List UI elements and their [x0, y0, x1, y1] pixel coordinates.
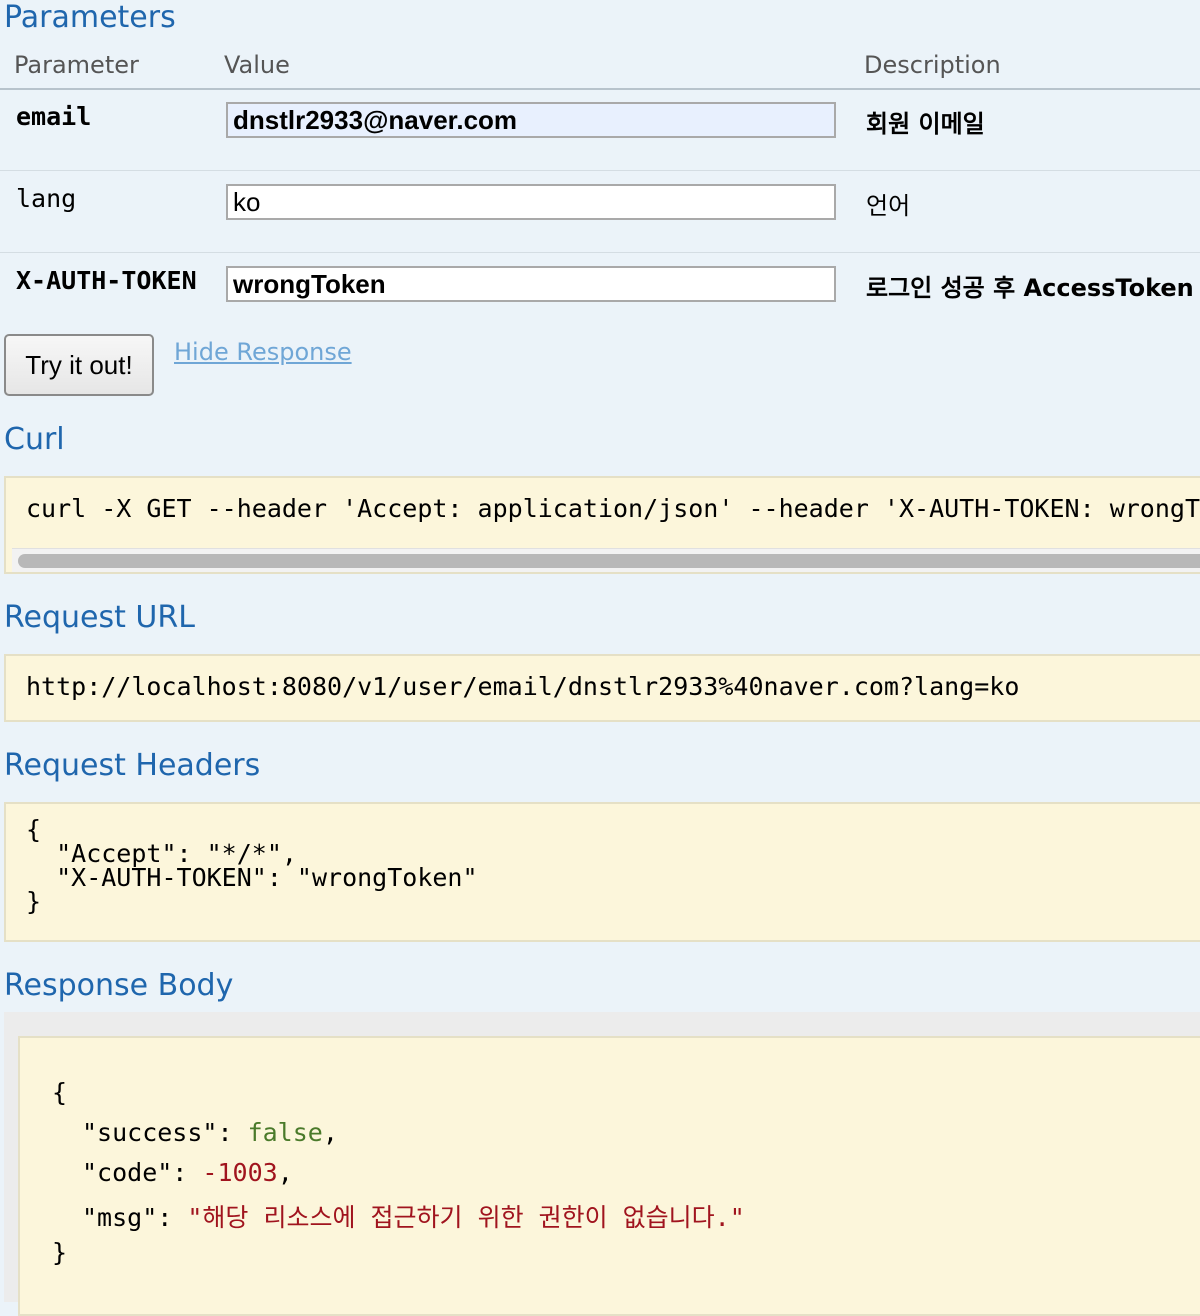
param-name-x-auth-token: X-AUTH-TOKEN: [16, 266, 197, 295]
response-code-key: "code":: [82, 1158, 203, 1187]
request-url-text: http://localhost:8080/v1/user/email/dnst…: [26, 672, 1020, 701]
request-headers-title: Request Headers: [4, 748, 261, 783]
x-auth-token-input[interactable]: [226, 266, 836, 302]
response-body-block: { "success": false, "code": -1003, "msg"…: [18, 1036, 1200, 1316]
response-code-value: -1003: [202, 1158, 278, 1187]
response-success-value: false: [247, 1118, 323, 1147]
response-msg-line: "msg": "해당 리소스에 접근하기 위한 권한이 없습니다.": [82, 1198, 745, 1234]
value-column-header: Value: [224, 51, 290, 79]
response-close-brace: }: [52, 1238, 68, 1267]
response-code-line: "code": -1003,: [82, 1158, 293, 1187]
response-body-container: { "success": false, "code": -1003, "msg"…: [4, 1012, 1200, 1316]
request-url-title: Request URL: [4, 600, 195, 635]
curl-block: curl -X GET --header 'Accept: applicatio…: [4, 476, 1200, 574]
response-success-comma: ,: [322, 1118, 338, 1147]
try-it-out-button[interactable]: Try it out!: [4, 334, 154, 396]
lang-input[interactable]: [226, 184, 836, 220]
curl-horizontal-scrollbar[interactable]: [12, 548, 1200, 572]
parameters-table-header: Parameter Value Description: [0, 48, 1200, 90]
curl-scrollbar-thumb[interactable]: [18, 554, 1200, 568]
param-name-lang: lang: [16, 184, 77, 213]
response-msg-key: "msg":: [82, 1203, 188, 1232]
hide-response-link[interactable]: Hide Response: [174, 338, 352, 366]
response-msg-value: "해당 리소스에 접근하기 위한 권한이 없습니다.": [187, 1203, 745, 1232]
response-body-title: Response Body: [4, 968, 234, 1003]
response-open-brace: {: [52, 1078, 68, 1107]
request-headers-block: { "Accept": "*/*", "X-AUTH-TOKEN": "wron…: [4, 802, 1200, 942]
curl-command: curl -X GET --header 'Accept: applicatio…: [26, 494, 1200, 523]
email-input[interactable]: [226, 102, 836, 138]
param-row-email: email 회원 이메일: [0, 90, 1200, 171]
parameters-title: Parameters: [4, 0, 176, 35]
response-success-key: "success":: [82, 1118, 248, 1147]
description-column-header: Description: [864, 51, 1001, 79]
response-success-line: "success": false,: [82, 1118, 338, 1147]
response-code-comma: ,: [277, 1158, 293, 1187]
param-description-email: 회원 이메일: [866, 110, 985, 138]
param-description-x-auth-token: 로그인 성공 후 AccessToken: [866, 274, 1194, 302]
param-row-lang: lang 언어: [0, 172, 1200, 253]
request-headers-json: { "Accept": "*/*", "X-AUTH-TOKEN": "wron…: [26, 815, 478, 916]
param-description-lang: 언어: [866, 192, 911, 220]
param-name-email: email: [16, 102, 92, 131]
curl-title: Curl: [4, 422, 65, 457]
parameter-column-header: Parameter: [14, 51, 139, 79]
param-row-x-auth-token: X-AUTH-TOKEN 로그인 성공 후 AccessToken: [0, 254, 1200, 334]
request-url-block: http://localhost:8080/v1/user/email/dnst…: [4, 654, 1200, 722]
